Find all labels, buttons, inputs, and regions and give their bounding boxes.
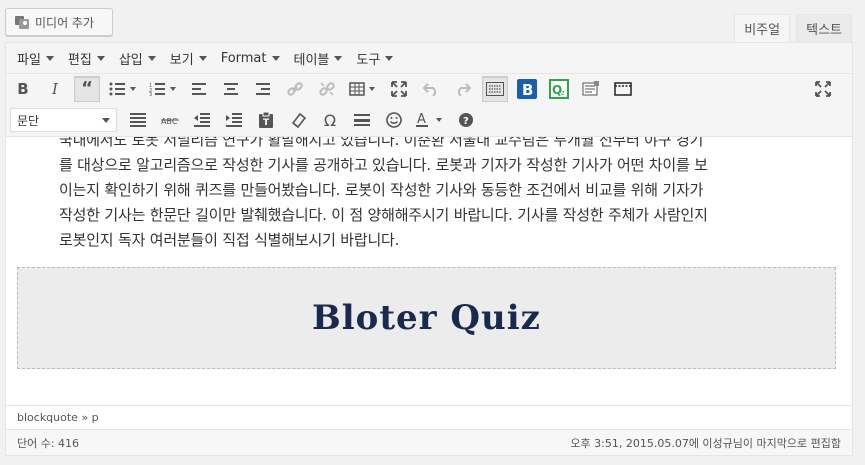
element-path-label[interactable]: blockquote » p [17, 411, 99, 424]
emoji-icon[interactable] [381, 107, 407, 133]
clear-format-icon[interactable] [285, 107, 311, 133]
align-right-icon[interactable] [250, 76, 276, 102]
align-left-icon[interactable] [186, 76, 212, 102]
editor-tabs: 비주얼 텍스트 [734, 14, 852, 42]
strikethrough-icon[interactable]: ABC [157, 107, 183, 133]
toolbar-secondary: 문단 ABC T Ω A ? [6, 104, 852, 137]
chevron-down-icon [334, 55, 343, 61]
bullet-list-icon[interactable] [106, 76, 140, 102]
align-center-icon[interactable] [218, 76, 244, 102]
menu-format[interactable]: Format [214, 43, 287, 73]
svg-text:T: T [263, 118, 270, 128]
outdent-icon[interactable] [189, 107, 215, 133]
chevron-down-icon [271, 55, 280, 61]
menubar: 파일 편집 삽입 보기 Format 테이블 도구 [6, 43, 852, 74]
paragraph-line: 이는지 확인하기 위해 퀴즈를 만들어봤습니다. 로봇이 작성한 기사와 동등한… [59, 181, 704, 199]
text-color-icon[interactable]: A [413, 107, 447, 133]
svg-text:B: B [522, 81, 533, 99]
menu-edit[interactable]: 편집 [61, 43, 112, 73]
fullscreen-icon[interactable] [386, 76, 412, 102]
italic-icon[interactable]: I [42, 76, 68, 102]
menu-tools[interactable]: 도구 [349, 43, 400, 73]
menu-view[interactable]: 보기 [163, 43, 214, 73]
add-media-button[interactable]: 미디어 추가 [5, 8, 113, 36]
editor-content[interactable]: 국내에서도 로봇 저널리즘 연구가 활발해지고 있습니다. 이준환 서울대 교수… [6, 137, 852, 405]
unlink-icon[interactable] [314, 76, 340, 102]
menu-insert[interactable]: 삽입 [112, 43, 163, 73]
blockquote-paragraph[interactable]: 국내에서도 로봇 저널리즘 연구가 활발해지고 있습니다. 이준환 서울대 교수… [59, 137, 811, 253]
insert-media-icon[interactable] [610, 76, 636, 102]
editor: 파일 편집 삽입 보기 Format 테이블 도구 B I “ 123 B Qz [5, 42, 853, 456]
post-status-info: 단어 수: 416 오후 3:51, 2015.05.07에 이성규님이 마지막… [6, 429, 852, 455]
tab-visual[interactable]: 비주얼 [734, 14, 791, 42]
chevron-down-icon [102, 117, 110, 123]
omega-icon[interactable]: Ω [317, 107, 343, 133]
quiz-image[interactable]: Bloter Quiz [17, 267, 836, 369]
svg-text:?: ? [463, 116, 469, 127]
media-icon [14, 14, 30, 30]
toolbar-primary: B I “ 123 B Qz [6, 74, 852, 104]
chevron-down-icon [198, 55, 207, 61]
help-icon[interactable]: ? [453, 107, 479, 133]
chevron-down-icon [147, 55, 156, 61]
indent-icon[interactable] [221, 107, 247, 133]
add-media-label: 미디어 추가 [35, 15, 95, 30]
chevron-down-icon [96, 55, 105, 61]
tab-text[interactable]: 텍스트 [796, 14, 852, 42]
justify-icon[interactable] [125, 107, 151, 133]
paragraph-line: 를 대상으로 알고리즘으로 작성한 기사를 공개하고 있습니다. 로봇과 기자가… [59, 156, 708, 174]
bold-icon[interactable]: B [10, 76, 36, 102]
svg-text:ABC: ABC [161, 117, 178, 126]
insert-template-icon[interactable] [578, 76, 604, 102]
horizontal-rule-icon[interactable] [349, 107, 375, 133]
chevron-down-icon [385, 55, 394, 61]
undo-icon[interactable] [418, 76, 444, 102]
numbered-list-icon[interactable]: 123 [146, 76, 180, 102]
paragraph-line: 국내에서도 로봇 저널리즘 연구가 활발해지고 있습니다. 이준환 서울대 교수… [59, 137, 704, 149]
quiz-image-title: Bloter Quiz [312, 298, 541, 338]
last-edited: 오후 3:51, 2015.05.07에 이성규님이 마지막으로 편집함 [570, 436, 841, 450]
svg-text:3: 3 [149, 92, 152, 96]
redo-icon[interactable] [450, 76, 476, 102]
toolbar-toggle-icon[interactable] [482, 76, 508, 102]
bold-b-plugin-icon[interactable]: B [514, 76, 540, 102]
link-icon[interactable] [282, 76, 308, 102]
element-path: blockquote » p [6, 405, 852, 429]
svg-text:A: A [417, 112, 426, 127]
distraction-free-icon[interactable] [810, 76, 836, 102]
table-icon[interactable] [346, 76, 380, 102]
paragraph-line: 로봇인지 독자 여러분들이 직접 식별해보시기 바랍니다. [59, 231, 400, 249]
paragraph-line: 작성한 기사는 한문단 길이만 발췌했습니다. 이 점 양해해주시기 바랍니다.… [59, 206, 708, 224]
paragraph-format-select[interactable]: 문단 [10, 108, 117, 132]
paste-text-icon[interactable]: T [253, 107, 279, 133]
quiz-plugin-icon[interactable]: Qz [546, 76, 572, 102]
blockquote-icon[interactable]: “ [74, 76, 100, 102]
svg-text:z: z [561, 89, 565, 97]
menu-table[interactable]: 테이블 [287, 43, 350, 73]
format-select-value: 문단 [17, 113, 40, 128]
menu-file[interactable]: 파일 [10, 43, 61, 73]
word-count: 단어 수: 416 [17, 436, 80, 450]
chevron-down-icon [45, 55, 54, 61]
